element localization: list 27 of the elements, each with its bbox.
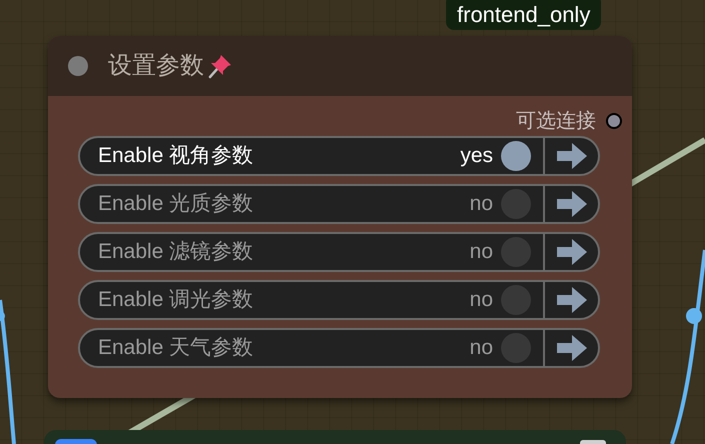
toggle-label: Enable 光质参数 bbox=[97, 191, 254, 218]
toggle-label: Enable 滤镜参数 bbox=[97, 239, 254, 266]
right-arrow-icon bbox=[556, 239, 586, 265]
toggle-widget[interactable]: Enable 光质参数 no bbox=[78, 184, 600, 224]
toggle-value: no bbox=[470, 191, 493, 218]
toggle-widget[interactable]: Enable 视角参数 yes bbox=[78, 136, 600, 176]
toggle-value: no bbox=[470, 287, 493, 314]
node-title: 设置参数 bbox=[108, 51, 204, 81]
toggle-label: Enable 调光参数 bbox=[97, 287, 254, 314]
right-arrow-icon bbox=[556, 335, 586, 361]
right-arrow-icon bbox=[556, 287, 586, 313]
output-slot[interactable] bbox=[606, 113, 622, 129]
toggle-widget[interactable]: Enable 滤镜参数 no bbox=[78, 232, 600, 272]
output-label: 可选连接 bbox=[516, 109, 596, 134]
toggle-value: no bbox=[470, 239, 493, 266]
right-arrow-icon bbox=[556, 191, 586, 217]
toggle-label: Enable 天气参数 bbox=[97, 335, 254, 362]
toggle-label: Enable 视角参数 bbox=[97, 143, 254, 170]
toggle-knob[interactable] bbox=[501, 141, 531, 171]
toggle-widget[interactable]: Enable 天气参数 no bbox=[78, 328, 600, 368]
toggle-value: no bbox=[470, 335, 493, 362]
pin-icon bbox=[206, 52, 234, 80]
connection-dot[interactable] bbox=[686, 308, 702, 324]
toggle-value: yes bbox=[460, 143, 493, 170]
toggle-widget[interactable]: Enable 调光参数 no bbox=[78, 280, 600, 320]
node-badge: frontend_only bbox=[446, 0, 602, 30]
right-arrow-icon bbox=[556, 143, 586, 169]
